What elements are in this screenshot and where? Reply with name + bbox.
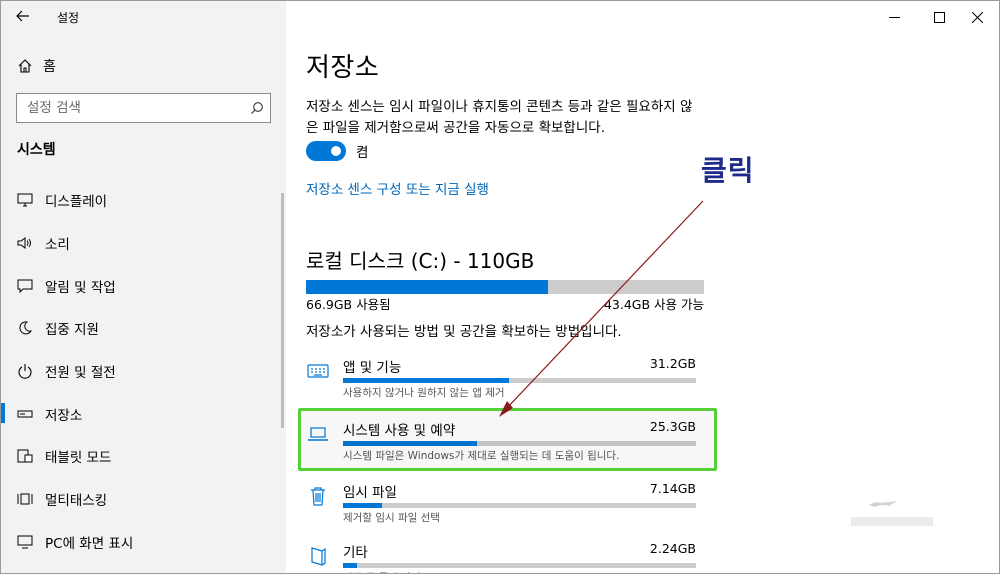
sidebar-item-tablet[interactable]: 태블릿 모드 — [1, 435, 286, 478]
sidebar-item-label: 디스플레이 — [45, 194, 108, 211]
sidebar-scrollbar[interactable] — [281, 193, 284, 428]
highlight-box — [298, 408, 717, 471]
disk-title: 로컬 디스크 (C:) - 110GB — [306, 249, 535, 273]
keyboard-icon — [306, 359, 330, 383]
search-input[interactable] — [17, 95, 244, 121]
project-icon — [16, 535, 34, 549]
moon-icon — [16, 320, 34, 336]
back-button[interactable] — [9, 5, 37, 29]
sidebar-item-label: PC에 화면 표시 — [45, 535, 134, 552]
category-size: 7.14GB — [649, 481, 696, 496]
category-usage-fill — [343, 563, 358, 568]
sidebar-item-message[interactable]: 알림 및 작업 — [1, 264, 286, 307]
sidebar-item-label: 소리 — [45, 237, 70, 254]
tablet-icon — [16, 448, 34, 464]
home-icon — [17, 58, 33, 74]
sidebar-item-power[interactable]: 전원 및 절전 — [1, 350, 286, 393]
disk-usage-bar — [306, 280, 704, 294]
sidebar-item-moon[interactable]: 집중 지원 — [1, 307, 286, 350]
category-name: 기타 — [343, 545, 368, 561]
category-description: 사용하지 않거나 원하지 않는 앱 제거 — [343, 387, 505, 399]
sidebar-item-home[interactable]: 홈 — [1, 53, 286, 79]
sidebar-item-multitask[interactable]: 멀티태스킹 — [1, 478, 286, 521]
speaker-icon — [16, 236, 34, 250]
storage-icon — [16, 408, 34, 420]
storage-sense-toggle-row: 켬 — [306, 141, 368, 161]
maximize-icon — [933, 8, 945, 27]
app-title: 설정 — [57, 11, 80, 25]
watermark-logo — [851, 501, 933, 526]
category-name: 앱 및 기능 — [343, 360, 402, 376]
storage-category-item[interactable]: 임시 파일 7.14GB 제거할 임시 파일 선택 — [306, 481, 706, 539]
storage-category-item[interactable]: 기타 2.24GB 다른 큰 폴더 관리 — [306, 541, 706, 573]
sidebar-item-project[interactable]: PC에 화면 표시 — [1, 521, 286, 564]
category-usage-fill — [343, 503, 382, 508]
close-icon — [971, 8, 983, 27]
category-usage-fill — [343, 378, 509, 383]
category-size: 31.2GB — [649, 356, 696, 371]
back-arrow-icon — [16, 8, 30, 26]
search-icon[interactable] — [244, 101, 270, 115]
section-title: 시스템 — [17, 142, 56, 158]
storage-category-item[interactable]: 앱 및 기능 31.2GB 사용하지 않거나 원하지 않는 앱 제거 — [306, 356, 706, 414]
trash-icon — [306, 484, 330, 508]
minimize-button[interactable] — [871, 1, 917, 33]
category-size: 2.24GB — [649, 541, 696, 556]
close-button[interactable] — [954, 1, 999, 33]
sidebar-item-label: 전원 및 절전 — [45, 365, 116, 382]
sidebar-item-label: 멀티태스킹 — [45, 493, 108, 510]
sidebar-item-label: 집중 지원 — [45, 322, 99, 339]
sidebar-item-label: 저장소 — [45, 407, 83, 424]
minimize-icon — [888, 8, 900, 27]
monitor-icon — [16, 193, 34, 207]
folder-icon — [306, 544, 330, 568]
sidebar-item-monitor[interactable]: 디스플레이 — [1, 179, 286, 222]
sidebar: 설정 홈 시스템 디스플레이소리알림 및 작업집중 지원전원 및 절전저장소태블… — [1, 1, 286, 573]
category-name: 임시 파일 — [343, 485, 397, 501]
main-content: 저장소 저장소 센스는 임시 파일이나 휴지통의 콘텐츠 등과 같은 필요하지 … — [306, 1, 706, 573]
page-title: 저장소 — [306, 53, 380, 83]
category-usage-bar — [343, 563, 696, 568]
home-label: 홈 — [43, 59, 56, 75]
power-icon — [16, 363, 34, 379]
storage-hint: 저장소가 사용되는 방법 및 공간을 확보하는 방법입니다. — [306, 324, 622, 340]
storage-sense-toggle[interactable] — [306, 141, 346, 161]
sidebar-nav: 디스플레이소리알림 및 작업집중 지원전원 및 절전저장소태블릿 모드멀티태스킹… — [1, 179, 286, 563]
multitask-icon — [16, 491, 34, 507]
sidebar-item-label: 태블릿 모드 — [45, 450, 112, 467]
search-box[interactable] — [16, 93, 271, 123]
sidebar-item-storage[interactable]: 저장소 — [1, 392, 286, 435]
used-space-label: 66.9GB 사용됨 — [306, 297, 391, 312]
configure-storage-sense-link[interactable]: 저장소 센스 구성 또는 지금 실행 — [306, 178, 489, 198]
message-icon — [16, 279, 34, 293]
toggle-state-label: 켬 — [356, 145, 369, 161]
disk-usage-fill — [306, 280, 548, 294]
sidebar-item-speaker[interactable]: 소리 — [1, 222, 286, 265]
category-description: 제거할 임시 파일 선택 — [343, 512, 440, 524]
category-usage-bar — [343, 378, 696, 383]
storage-sense-description: 저장소 센스는 임시 파일이나 휴지통의 콘텐츠 등과 같은 필요하지 않은 파… — [306, 99, 693, 136]
free-space-label: 43.4GB 사용 가능 — [603, 297, 704, 312]
category-usage-bar — [343, 503, 696, 508]
sidebar-item-label: 알림 및 작업 — [45, 279, 116, 296]
settings-window: 설정 홈 시스템 디스플레이소리알림 및 작업집중 지원전원 및 절전저장소태블… — [0, 0, 1000, 574]
category-description: 다른 큰 폴더 관리 — [343, 570, 421, 573]
annotation-text: 클릭 — [701, 154, 755, 187]
title-bar: 설정 — [1, 1, 286, 33]
